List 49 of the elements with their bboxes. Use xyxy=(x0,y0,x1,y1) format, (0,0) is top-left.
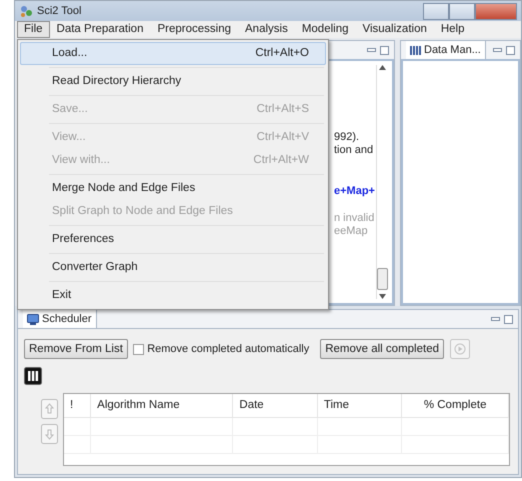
window-title: Sci2 Tool xyxy=(37,4,82,19)
console-link[interactable]: e+Map+ xyxy=(334,185,376,198)
move-up-icon[interactable] xyxy=(40,398,58,418)
pause-icon[interactable] xyxy=(24,367,42,385)
remove-all-completed-button[interactable]: Remove all completed xyxy=(320,339,444,359)
menu-item[interactable]: Analysis xyxy=(238,21,295,38)
checkbox[interactable] xyxy=(133,344,144,354)
data-grid-icon xyxy=(410,46,421,54)
scrollbar-thumb[interactable] xyxy=(377,268,388,290)
menu-item[interactable]: Visualization xyxy=(356,21,434,38)
menu-option[interactable]: Read Directory Hierarchy xyxy=(20,70,326,93)
menu-item[interactable]: Modeling xyxy=(294,21,356,38)
column-header[interactable]: % Complete xyxy=(402,394,508,418)
maximize-icon[interactable] xyxy=(380,46,389,54)
menu-option[interactable]: Merge Node and Edge Files xyxy=(20,177,326,200)
monitor-icon xyxy=(27,314,39,324)
minimize-button[interactable] xyxy=(423,2,449,20)
close-button[interactable] xyxy=(475,2,517,20)
column-header[interactable]: ! xyxy=(64,394,91,418)
panel-tab[interactable]: Data Man... xyxy=(406,41,486,59)
menu-option[interactable]: Exit xyxy=(20,284,326,307)
menu-option: Save... Ctrl+Alt+S xyxy=(20,98,326,121)
menu-item[interactable]: File xyxy=(17,21,50,38)
console-text: eeMap xyxy=(334,225,369,238)
move-down-icon[interactable] xyxy=(40,424,58,444)
menu-item[interactable]: Help xyxy=(434,21,472,38)
panel-tab[interactable]: Scheduler xyxy=(23,310,97,328)
maximize-button[interactable] xyxy=(449,2,475,20)
column-header[interactable]: Time xyxy=(317,394,402,418)
menu-option[interactable]: Preferences xyxy=(20,228,326,251)
menu-item[interactable]: Preprocessing xyxy=(150,21,238,38)
column-header[interactable]: Date xyxy=(232,394,318,418)
column-header[interactable]: Algorithm Name xyxy=(90,394,233,418)
remove-from-list-button[interactable]: Remove From List xyxy=(24,339,128,359)
console-text: 992). xyxy=(334,131,360,144)
scroll-down-icon[interactable] xyxy=(379,294,386,299)
checkbox-label: Remove completed automatically xyxy=(147,342,310,357)
console-text: tion and xyxy=(334,144,374,157)
console-text: n invalid xyxy=(334,212,376,225)
app-icon xyxy=(19,4,33,18)
menu-item[interactable]: Data Preparation xyxy=(50,21,150,38)
menu-option: Split Graph to Node and Edge Files xyxy=(20,200,326,223)
menu-option: View... Ctrl+Alt+V xyxy=(20,126,326,149)
menu-option[interactable]: Converter Graph xyxy=(20,256,326,279)
scroll-up-icon[interactable] xyxy=(379,65,386,70)
menu-option: View with... Ctrl+Alt+W xyxy=(20,149,326,172)
maximize-icon[interactable] xyxy=(506,46,515,54)
maximize-icon[interactable] xyxy=(504,314,513,324)
menu-option[interactable]: Load... Ctrl+Alt+O xyxy=(20,42,326,65)
